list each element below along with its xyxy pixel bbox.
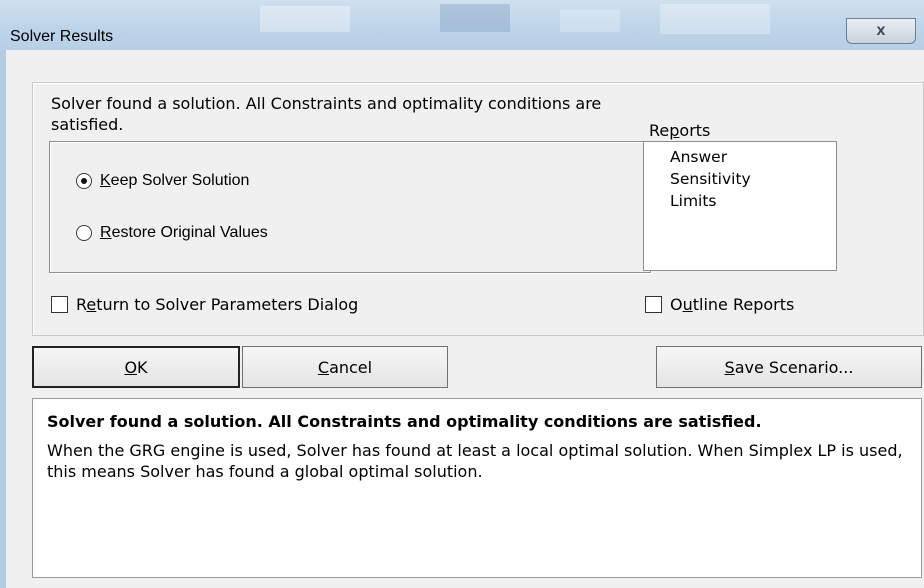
background-blur	[560, 10, 620, 32]
keep-solution-option[interactable]: Keep Solver Solution	[76, 172, 249, 190]
restore-values-label: Restore Original Values	[100, 224, 268, 241]
reports-label: Reports	[649, 121, 711, 140]
keep-solution-label: Keep Solver Solution	[100, 172, 250, 189]
reports-listbox[interactable]: Answer Sensitivity Limits	[643, 141, 837, 271]
solution-options-group: Keep Solver Solution Restore Original Va…	[49, 141, 651, 273]
outline-reports-label: Outline Reports	[670, 295, 795, 314]
outline-reports-option[interactable]: Outline Reports	[645, 295, 794, 314]
close-button[interactable]: x	[846, 18, 916, 44]
result-description-body: When the GRG engine is used, Solver has …	[47, 441, 903, 481]
return-to-parameters-option[interactable]: Return to Solver Parameters Dialog	[51, 295, 358, 314]
save-scenario-button-label: Save Scenario...	[724, 357, 854, 377]
background-blur	[440, 4, 510, 32]
return-to-parameters-label: Return to Solver Parameters Dialog	[76, 295, 359, 314]
report-item-limits[interactable]: Limits	[644, 190, 836, 212]
results-group: Solver found a solution. All Constraints…	[32, 82, 924, 336]
keep-solution-radio[interactable]	[76, 173, 92, 189]
result-description-panel: Solver found a solution. All Constraints…	[32, 398, 922, 578]
restore-values-radio[interactable]	[76, 225, 92, 241]
solver-message: Solver found a solution. All Constraints…	[51, 94, 602, 134]
cancel-button-label: Cancel	[317, 357, 373, 377]
report-item-answer[interactable]: Answer	[644, 146, 836, 168]
close-icon: x	[876, 22, 886, 39]
restore-values-option[interactable]: Restore Original Values	[76, 224, 268, 242]
ok-button[interactable]: OK	[32, 346, 240, 388]
window-title: Solver Results	[10, 28, 114, 45]
background-blur	[660, 4, 770, 34]
save-scenario-button[interactable]: Save Scenario...	[656, 346, 922, 388]
report-item-sensitivity[interactable]: Sensitivity	[644, 168, 836, 190]
cancel-button[interactable]: Cancel	[242, 346, 448, 388]
outline-reports-checkbox[interactable]	[645, 296, 662, 313]
background-blur	[260, 6, 350, 32]
ok-button-label: OK	[124, 357, 148, 377]
dialog-body: Solver found a solution. All Constraints…	[6, 50, 924, 588]
return-to-parameters-checkbox[interactable]	[51, 296, 68, 313]
result-description-title: Solver found a solution. All Constraints…	[47, 412, 762, 431]
